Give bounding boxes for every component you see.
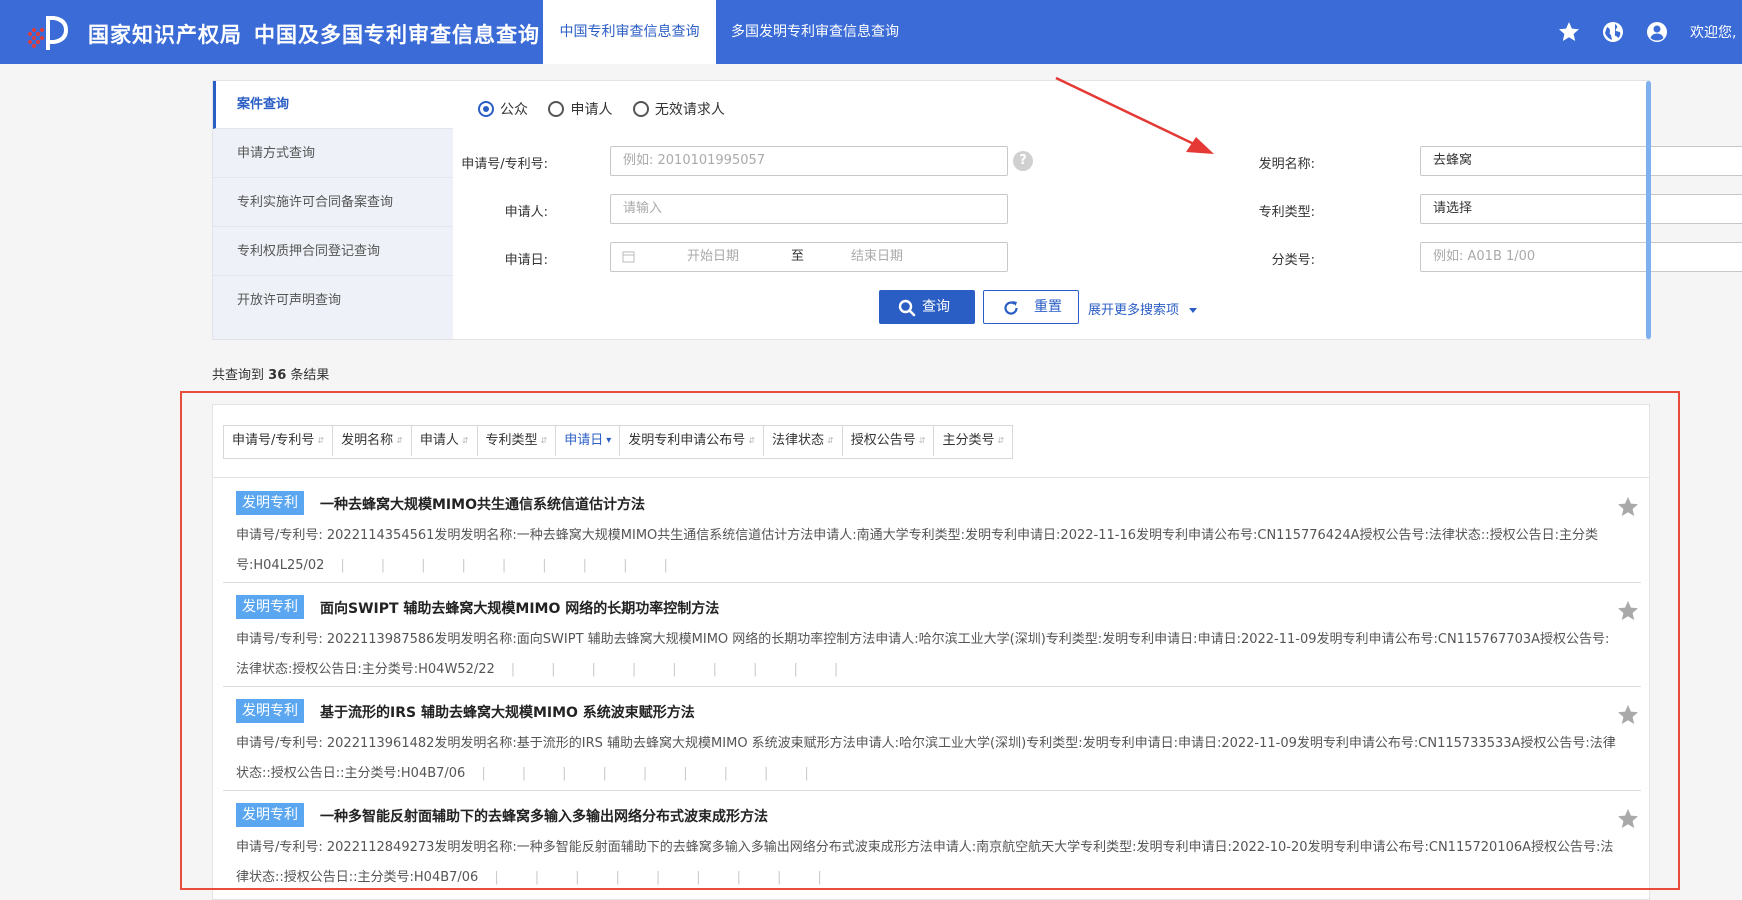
side-item-pledge-contract-query[interactable]: 专利权质押合同登记查询	[213, 228, 453, 276]
result-count-prefix: 共查询到	[212, 368, 265, 383]
date-end-input[interactable]: 结束日期	[851, 243, 903, 271]
globe-icon[interactable]	[1601, 20, 1625, 44]
tab-multi-country-query[interactable]: 多国发明专利审查信息查询	[715, 0, 915, 64]
result-count-number: 36	[268, 368, 287, 383]
annotation-highlight-box	[180, 391, 1680, 890]
expand-more-options-label: 展开更多搜索项	[1088, 303, 1180, 318]
radio-public[interactable]	[478, 101, 494, 117]
side-item-open-license-query[interactable]: 开放许可声明查询	[213, 277, 453, 325]
radio-public-label: 公众	[500, 102, 528, 118]
org-name: 国家知识产权局	[88, 23, 242, 47]
side-menu: 案件查询 申请方式查询 专利实施许可合同备案查询 专利权质押合同登记查询 开放许…	[213, 81, 453, 339]
application-date-label: 申请日:	[504, 253, 548, 268]
patent-type-select[interactable]: 请选择	[1420, 194, 1742, 224]
tab-china-patent-query[interactable]: 中国专利审查信息查询	[543, 0, 716, 64]
result-count: 共查询到 36 条结果	[212, 364, 329, 383]
help-icon[interactable]: ?	[1013, 151, 1033, 171]
radio-applicant-label: 申请人	[570, 102, 613, 118]
star-icon[interactable]	[1557, 20, 1581, 44]
search-icon	[898, 299, 916, 317]
reset-button[interactable]: 重置	[983, 290, 1079, 324]
cnipa-logo-icon	[28, 16, 68, 50]
applicant-label: 申请人:	[504, 205, 548, 220]
applicant-input[interactable]: 请输入	[610, 194, 1008, 224]
chevron-down-icon	[1189, 308, 1198, 313]
radio-invalidation-requester[interactable]	[632, 101, 649, 117]
radio-invalidation-requester-label: 无效请求人	[654, 102, 725, 118]
calendar-icon	[622, 251, 635, 263]
refresh-icon	[1004, 301, 1018, 315]
query-button[interactable]: 查询	[879, 290, 975, 324]
top-navigation-bar: 国家知识产权局 中国及多国专利审查信息查询 中国专利审查信息查询 多国发明专利审…	[0, 0, 1742, 64]
search-panel: 案件查询 申请方式查询 专利实施许可合同备案查询 专利权质押合同登记查询 开放许…	[212, 80, 1742, 340]
expand-more-options-link[interactable]: 展开更多搜索项	[1088, 299, 1198, 318]
application-date-range[interactable]: 开始日期 至 结束日期	[610, 242, 1008, 272]
reset-button-label: 重置	[1034, 299, 1062, 315]
invention-name-input[interactable]: 去蜂窝	[1420, 146, 1742, 176]
role-radio-group: 公众 申请人 无效请求人	[478, 99, 741, 119]
app-no-input[interactable]: 例如: 2010101995057	[610, 146, 1008, 176]
date-range-separator: 至	[791, 249, 805, 264]
side-item-license-contract-query[interactable]: 专利实施许可合同备案查询	[213, 179, 453, 227]
patent-type-value: 请选择	[1433, 201, 1473, 216]
date-start-input[interactable]: 开始日期	[687, 243, 739, 271]
welcome-text: 欢迎您,	[1690, 25, 1737, 41]
query-button-label: 查询	[922, 299, 950, 315]
user-icon[interactable]	[1645, 20, 1669, 44]
result-count-suffix: 条结果	[290, 368, 330, 383]
side-item-case-query[interactable]: 案件查询	[213, 81, 453, 129]
side-item-application-method-query[interactable]: 申请方式查询	[213, 130, 453, 178]
classification-input[interactable]: 例如: A01B 1/00	[1420, 242, 1742, 272]
invention-name-label: 发明名称:	[1258, 157, 1315, 172]
radio-applicant[interactable]	[548, 101, 565, 117]
app-no-label: 申请号/专利号:	[461, 157, 548, 172]
site-name: 中国及多国专利审查信息查询	[254, 23, 540, 47]
classification-label: 分类号:	[1271, 253, 1315, 268]
patent-type-label: 专利类型:	[1258, 205, 1315, 220]
